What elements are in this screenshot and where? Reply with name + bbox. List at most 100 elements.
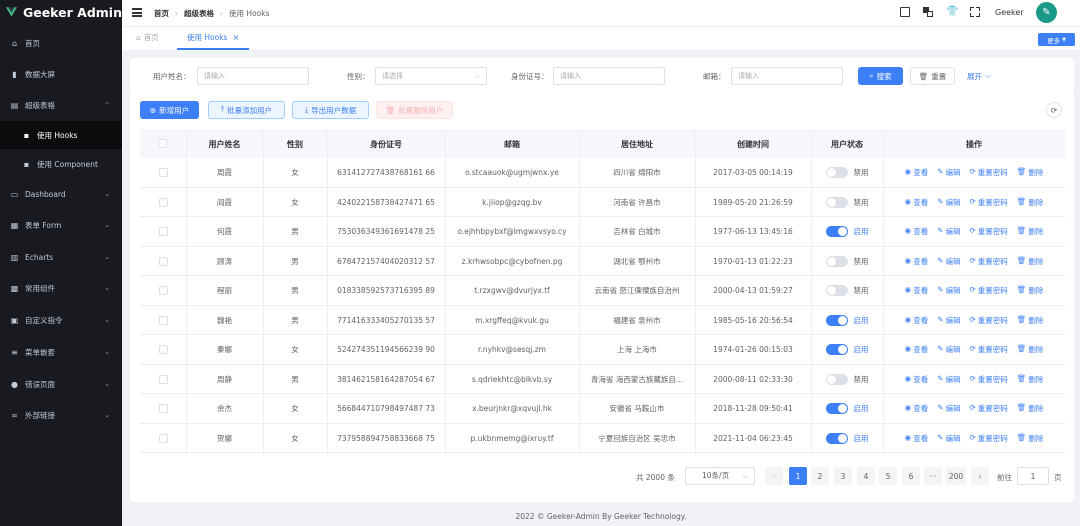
page-button[interactable]: 5 xyxy=(879,467,897,485)
sidebar-item-12[interactable]: ∞ 外部链接 ⌄ xyxy=(0,401,122,429)
reset-password-button[interactable]: ⟳ 重置密码 xyxy=(970,226,1008,237)
username-input[interactable]: 请输入 xyxy=(197,67,309,85)
username[interactable]: Geeker xyxy=(995,8,1024,17)
prev-page-button[interactable]: ‹ xyxy=(765,467,783,485)
sidebar-item-3[interactable]: ▪ 使用 Hooks xyxy=(0,121,122,149)
id-input[interactable]: 请输入 xyxy=(553,67,665,85)
status-toggle[interactable] xyxy=(825,226,848,237)
page-button[interactable]: 1 xyxy=(789,467,807,485)
reset-password-button[interactable]: ⟳ 重置密码 xyxy=(970,197,1008,208)
translate-icon[interactable] xyxy=(923,7,933,17)
view-button[interactable]: ◉ 查看 xyxy=(905,285,929,296)
row-checkbox[interactable] xyxy=(158,256,168,266)
row-checkbox[interactable] xyxy=(158,197,168,207)
gender-select[interactable]: 请选择 ⌵ xyxy=(375,67,487,85)
page-button[interactable]: 3 xyxy=(834,467,852,485)
edit-button[interactable]: ✎ 编辑 xyxy=(937,344,960,355)
breadcrumb-item-home[interactable]: 首页 xyxy=(154,8,169,19)
page-button[interactable]: 6 xyxy=(902,467,920,485)
row-checkbox[interactable] xyxy=(158,374,168,384)
sidebar-item-5[interactable]: ▭ Dashboard ⌄ xyxy=(0,180,122,208)
reset-password-button[interactable]: ⟳ 重置密码 xyxy=(970,167,1008,178)
reset-password-button[interactable]: ⟳ 重置密码 xyxy=(970,344,1008,355)
page-size-select[interactable]: 10条/页 ⌵ xyxy=(685,467,755,485)
breadcrumb-item-table[interactable]: 超级表格 xyxy=(184,8,214,19)
delete-button[interactable]: 🗑 删除 xyxy=(1017,197,1044,208)
view-button[interactable]: ◉ 查看 xyxy=(905,197,929,208)
status-toggle[interactable] xyxy=(825,255,848,267)
email-input[interactable]: 请输入 xyxy=(731,67,843,85)
header-select-all[interactable] xyxy=(158,139,167,148)
sidebar-item-2[interactable]: ▤ 超级表格 ⌃ xyxy=(0,91,122,119)
delete-button[interactable]: 🗑 删除 xyxy=(1017,344,1044,355)
export-button[interactable]: ⤓ 导出用户数据 xyxy=(292,101,369,119)
reset-password-button[interactable]: ⟳ 重置密码 xyxy=(970,433,1008,444)
row-checkbox[interactable] xyxy=(158,286,168,295)
view-button[interactable]: ◉ 查看 xyxy=(905,256,929,267)
view-button[interactable]: ◉ 查看 xyxy=(905,433,929,444)
status-toggle[interactable] xyxy=(825,344,848,355)
sidebar-item-10[interactable]: ≡ 菜单嵌套 ⌄ xyxy=(0,338,122,366)
sidebar-item-11[interactable]: ● 错误页面 ⌄ xyxy=(0,370,122,398)
sidebar-item-6[interactable]: ▦ 表单 Form ⌄ xyxy=(0,211,122,239)
delete-button[interactable]: 🗑 删除 xyxy=(1017,256,1044,267)
delete-button[interactable]: 🗑 删除 xyxy=(1017,285,1044,296)
status-toggle[interactable] xyxy=(825,403,848,414)
view-button[interactable]: ◉ 查看 xyxy=(905,315,929,326)
status-toggle[interactable] xyxy=(825,285,848,296)
reset-password-button[interactable]: ⟳ 重置密码 xyxy=(970,403,1008,414)
row-checkbox[interactable] xyxy=(158,404,168,413)
reset-button[interactable]: 🗑 重置 xyxy=(910,67,955,85)
sidebar-item-7[interactable]: ▥ Echarts ⌄ xyxy=(0,243,122,271)
page-button[interactable]: ··· xyxy=(924,467,942,485)
delete-button[interactable]: 🗑 删除 xyxy=(1017,374,1044,385)
delete-button[interactable]: 🗑 删除 xyxy=(1017,167,1044,178)
edit-button[interactable]: ✎ 编辑 xyxy=(937,285,960,296)
goto-input[interactable]: 1 xyxy=(1017,467,1049,485)
edit-button[interactable]: ✎ 编辑 xyxy=(937,167,960,178)
sidebar-item-0[interactable]: ⌂ 首页 xyxy=(0,29,122,57)
close-icon[interactable]: × xyxy=(232,33,239,42)
delete-button[interactable]: 🗑 删除 xyxy=(1017,433,1044,444)
row-checkbox[interactable] xyxy=(158,433,168,443)
row-checkbox[interactable] xyxy=(158,168,168,177)
more-button[interactable]: 更多 ▼ xyxy=(1038,33,1075,46)
view-button[interactable]: ◉ 查看 xyxy=(905,226,929,237)
status-toggle[interactable] xyxy=(825,167,848,178)
edit-button[interactable]: ✎ 编辑 xyxy=(937,315,960,326)
view-button[interactable]: ◉ 查看 xyxy=(905,344,929,355)
collapse-menu-icon[interactable] xyxy=(132,8,142,17)
search-button[interactable]: ⌕ 搜索 xyxy=(858,67,903,85)
status-toggle[interactable] xyxy=(825,432,848,444)
next-page-button[interactable]: › xyxy=(971,467,989,485)
batch-delete-button[interactable]: 🗑 批量删除用户 xyxy=(376,101,453,119)
expand-toggle[interactable]: 展开 ⌵ xyxy=(967,71,991,82)
tab-use-hooks[interactable]: 使用 Hooks × xyxy=(177,27,250,50)
row-checkbox[interactable] xyxy=(158,227,168,236)
refresh-icon[interactable]: ⟳ xyxy=(1046,102,1062,118)
edit-button[interactable]: ✎ 编辑 xyxy=(937,256,960,267)
delete-button[interactable]: 🗑 删除 xyxy=(1017,403,1044,414)
row-checkbox[interactable] xyxy=(158,345,168,354)
page-button[interactable]: 4 xyxy=(857,467,875,485)
delete-button[interactable]: 🗑 删除 xyxy=(1017,226,1044,237)
tab-home[interactable]: ⌂ 首页 xyxy=(136,32,159,43)
edit-button[interactable]: ✎ 编辑 xyxy=(937,197,960,208)
delete-button[interactable]: 🗑 删除 xyxy=(1017,315,1044,326)
sidebar-item-9[interactable]: ▣ 自定义指令 ⌄ xyxy=(0,306,122,334)
theme-shirt-icon[interactable]: 👕 xyxy=(946,6,958,17)
page-button[interactable]: 200 xyxy=(946,467,966,485)
fullscreen-icon[interactable] xyxy=(970,7,980,17)
status-toggle[interactable] xyxy=(825,314,848,326)
row-checkbox[interactable] xyxy=(158,315,168,325)
status-toggle[interactable] xyxy=(825,373,848,385)
status-toggle[interactable] xyxy=(825,196,848,208)
app-logo[interactable]: Geeker Admin xyxy=(0,0,122,24)
page-button[interactable]: 2 xyxy=(811,467,829,485)
edit-button[interactable]: ✎ 编辑 xyxy=(937,403,960,414)
add-user-button[interactable]: ⊕ 新增用户 xyxy=(140,101,199,119)
sidebar-item-1[interactable]: ▮ 数据大屏 xyxy=(0,60,122,88)
reset-password-button[interactable]: ⟳ 重置密码 xyxy=(970,374,1008,385)
avatar[interactable]: ✎ xyxy=(1036,2,1057,23)
reset-password-button[interactable]: ⟳ 重置密码 xyxy=(970,285,1008,296)
